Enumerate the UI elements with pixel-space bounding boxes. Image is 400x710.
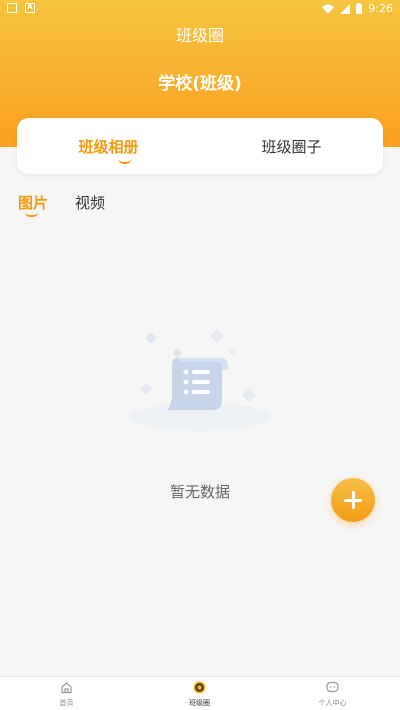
nav-label-class-circle: 班级圈 bbox=[189, 699, 210, 707]
home-icon bbox=[61, 682, 72, 694]
school-class-name: 学校(班级) bbox=[158, 74, 242, 94]
status-bar: A 9:26 bbox=[0, 0, 400, 18]
tab-class-circle[interactable]: 班级圈子 bbox=[200, 118, 383, 174]
nav-item-class-circle[interactable]: 班级圈 bbox=[133, 677, 266, 710]
nav-item-me[interactable]: 个人中心 bbox=[266, 677, 399, 710]
battery-icon bbox=[356, 3, 363, 14]
nav-label-me: 个人中心 bbox=[318, 699, 347, 707]
sim-icon bbox=[7, 3, 17, 13]
tab-class-album[interactable]: 班级相册 bbox=[17, 118, 200, 174]
class-circle-icon bbox=[193, 681, 206, 694]
status-time: 9:26 bbox=[368, 2, 393, 15]
add-fab-button[interactable] bbox=[331, 478, 375, 522]
subtab-videos[interactable]: 视频 bbox=[75, 192, 105, 213]
nav-item-home[interactable]: 首页 bbox=[0, 677, 133, 710]
signal-icon bbox=[340, 3, 351, 14]
app-notification-icon: A bbox=[25, 3, 35, 13]
empty-state-illustration bbox=[128, 328, 272, 431]
wifi-icon bbox=[322, 4, 335, 14]
subtab-photos[interactable]: 图片 bbox=[18, 192, 48, 213]
bottom-nav: 首页 班级圈 个人中心 bbox=[0, 676, 400, 710]
tabs-card: 班级相册 班级圈子 bbox=[17, 118, 383, 174]
nav-label-home: 首页 bbox=[59, 699, 74, 707]
chat-bubble-icon bbox=[326, 681, 339, 693]
page-title: 班级圈 bbox=[175, 26, 224, 45]
subtab-active-indicator bbox=[25, 212, 38, 217]
